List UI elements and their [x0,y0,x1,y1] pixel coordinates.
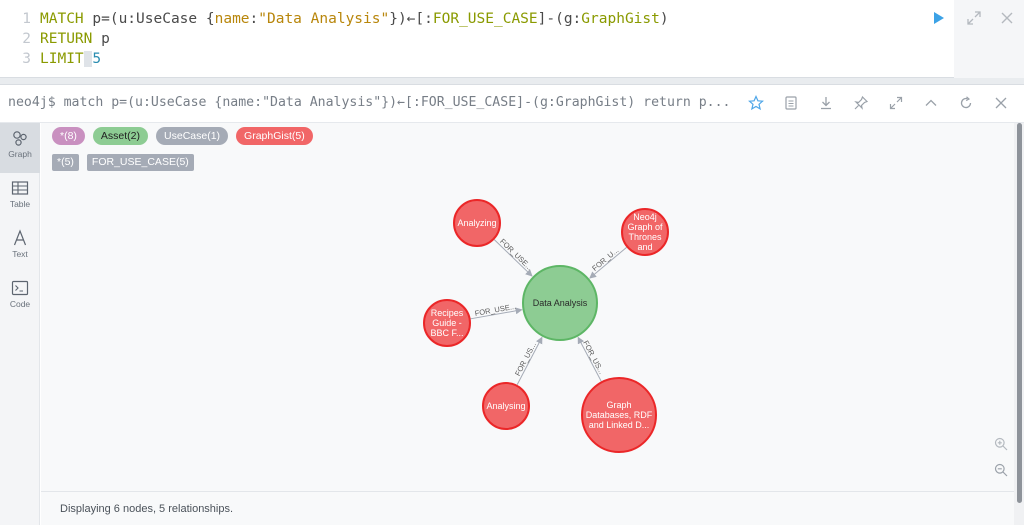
rerun-icon[interactable] [958,95,974,111]
result-frame: neo4j$ match p=(u:UseCase {name:"Data An… [0,84,1024,525]
code-line-3: 3 LIMIT 5 [0,49,669,69]
play-icon[interactable] [929,9,947,27]
node-graphgist[interactable]: Analysing [482,382,530,430]
keyword: LIMIT [40,51,84,67]
property-key: name [214,11,250,27]
node-label-legend: *(8) Asset(2) UseCase(1) GraphGist(5) [52,127,313,145]
status-bar: Displaying 6 nodes, 5 relationships. [41,491,1014,525]
expand-icon[interactable] [965,9,983,27]
pin-icon[interactable] [853,95,869,111]
node-graphgist[interactable]: Analyzing [453,199,501,247]
node-caption: Graph of [627,222,663,232]
zoom-controls [988,430,1014,490]
code-line-1: 1 MATCH p=(u:UseCase {name:"Data Analysis… [0,9,669,29]
expand-icon[interactable] [888,95,904,111]
sidebar-item-code[interactable]: Code [0,273,40,323]
sidebar-item-text[interactable]: Text [0,223,40,273]
node-data-analysis[interactable]: Data Analysis [522,265,598,341]
editor-actions [954,0,1024,78]
download-icon[interactable] [818,95,834,111]
code-text: })←[: [389,11,433,27]
code-text: : [249,11,259,27]
graph-visualization[interactable]: FOR_USE... FOR_U... FOR_USE... FOR_US... FOR… [41,123,1014,491]
graph-icon [13,131,27,146]
sidebar-item-graph[interactable]: Graph [0,123,40,173]
relationship-label: FOR_USE... [474,302,517,318]
node-caption: Databases, RDF [586,410,653,420]
status-text: Displaying 6 nodes, 5 relationships. [60,503,234,515]
star-icon[interactable] [748,95,764,111]
line-number: 3 [22,51,31,67]
node-graphgist[interactable]: RecipesGuide -BBC F... [423,299,471,347]
keyword: MATCH [40,11,84,27]
code-line-2: 2 RETURN p [0,29,669,49]
relationship-type: FOR_USE_CASE [432,11,538,27]
scrollbar-thumb[interactable] [1017,123,1022,503]
node-caption: Data Analysis [533,298,588,308]
graph-canvas[interactable]: FOR_USE... FOR_U... FOR_USE... FOR_US... FOR… [41,123,1014,491]
node-graphgist[interactable]: GraphDatabases, RDFand Linked D... [581,377,657,453]
legend-rel-for-use-case[interactable]: FOR_USE_CASE(5) [86,154,194,171]
node-graphgist[interactable]: Neo4jGraph ofThronesand [621,208,669,256]
code-text: ]-(g: [537,11,582,27]
text-icon [13,229,27,246]
node-caption: Thrones [628,232,662,242]
relationship-label: FOR_US... [513,341,538,378]
scrollbar[interactable] [1014,123,1024,525]
frame-header: neo4j$ match p=(u:UseCase {name:"Data An… [0,85,1024,123]
sidebar-item-label: Graph [8,149,32,159]
keyword: RETURN [40,31,93,47]
collapse-icon[interactable] [923,95,939,111]
code-text: p=(u:UseCase { [83,11,215,27]
node-caption: Recipes [431,308,464,318]
legend-label-all[interactable]: *(8) [52,127,85,145]
node-caption: Graph [606,400,631,410]
node-caption: Guide - [432,318,462,328]
sidebar-item-table[interactable]: Table [0,173,40,223]
sidebar-item-label: Code [9,299,31,309]
sidebar-item-label: Text [12,249,28,259]
node-caption: Analyzing [457,218,496,228]
code-area[interactable]: 1 MATCH p=(u:UseCase {name:"Data Analysis… [0,9,669,69]
zoom-in-icon[interactable] [993,436,1009,452]
line-number: 1 [22,11,31,27]
string-literal: "Data Analysis" [258,11,390,27]
node-caption: and Linked D... [589,420,650,430]
query-editor[interactable]: 1 MATCH p=(u:UseCase {name:"Data Analysis… [0,0,1024,78]
view-sidebar: Graph Table Text Code [0,123,40,525]
zoom-out-icon[interactable] [993,462,1009,478]
legend-rel-all[interactable]: *(5) [52,154,79,171]
code-text: ) [659,11,669,27]
relationship-label: FOR_USE... [498,237,534,272]
save-icon[interactable] [783,95,799,111]
node-caption: BBC F... [430,328,463,338]
close-icon[interactable] [993,95,1009,111]
number-literal: 5 [92,51,102,67]
close-icon[interactable] [998,9,1016,27]
legend-label-usecase[interactable]: UseCase(1) [156,127,229,145]
sidebar-item-label: Table [9,199,31,209]
frame-query-text[interactable]: neo4j$ match p=(u:UseCase {name:"Data An… [8,95,733,110]
relationship-label: FOR_U... [590,246,620,273]
node-label-token: GraphGist [581,11,660,27]
line-number: 2 [22,31,31,47]
legend-label-asset[interactable]: Asset(2) [92,127,149,145]
code-text: p [92,31,110,47]
node-caption: and [637,242,652,252]
table-icon [11,181,29,195]
code-icon [11,280,29,296]
relationship-label: FOR_US... [581,339,606,376]
node-caption: Neo4j [633,212,657,222]
relationship-legend: *(5) FOR_USE_CASE(5) [52,154,194,171]
legend-label-graphgist[interactable]: GraphGist(5) [236,127,313,145]
node-caption: Analysing [486,401,525,411]
